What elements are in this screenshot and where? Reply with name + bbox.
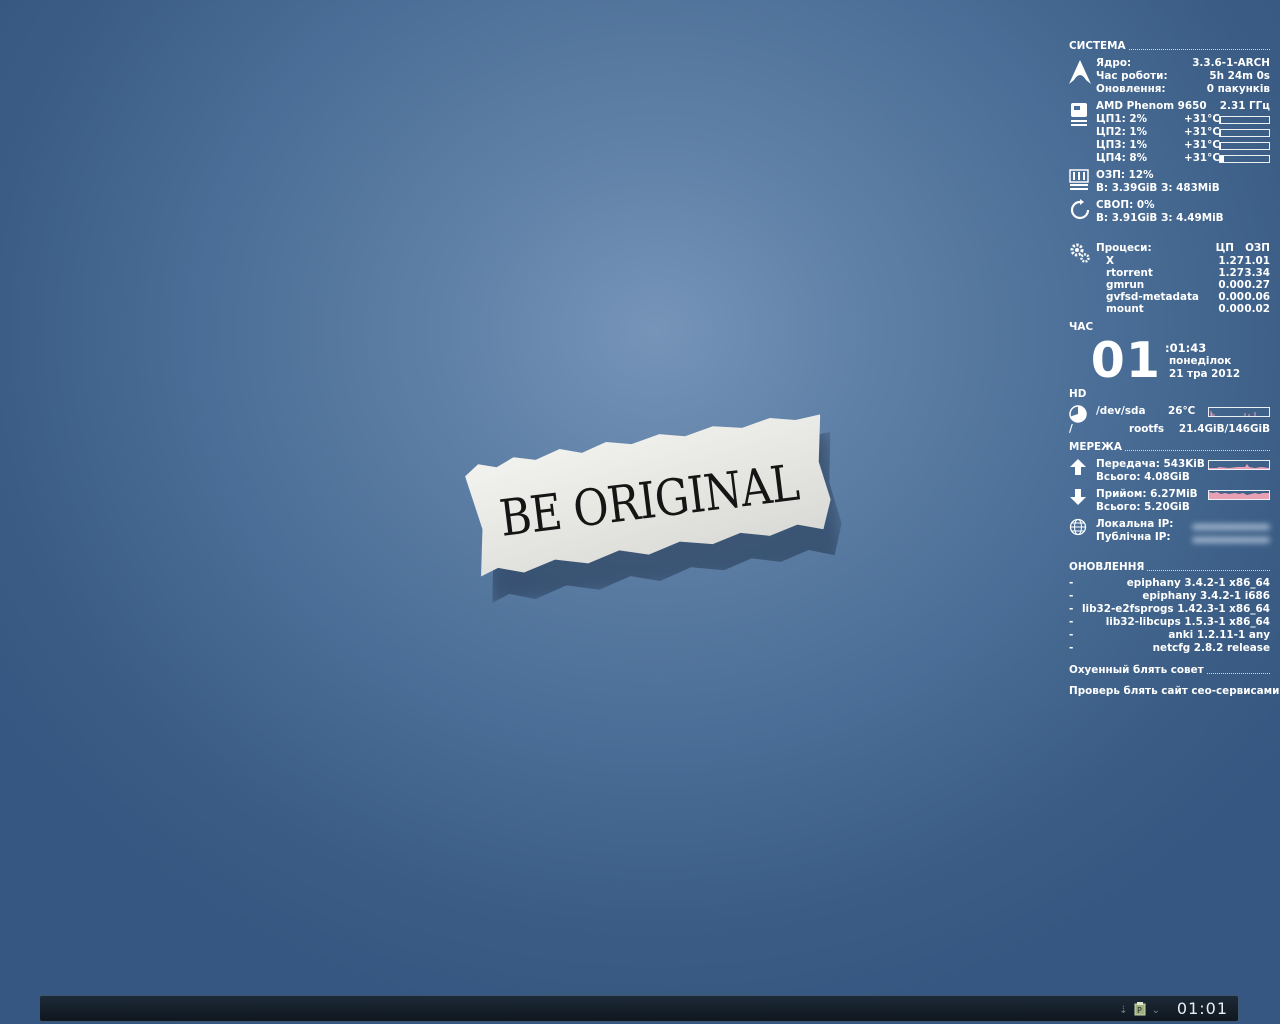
updates-count-row: Оновлення: 0 пакунків [1096, 83, 1270, 95]
local-ip-row: Локальна IP: [1096, 518, 1270, 531]
cpu1-bar [1219, 115, 1270, 124]
processes-block: Процеси: ЦП ОЗП X 1.27 1.01 rtorrent 1.27 3.… [1069, 242, 1270, 315]
gears-icon [1070, 243, 1090, 263]
ip-block: Локальна IP: Публічна IP: [1069, 518, 1270, 544]
cpu3-bar [1219, 141, 1270, 150]
ram-block: ОЗП: 12% В: 3.39GiB З: 483MiB [1069, 169, 1270, 195]
update-item: - epiphany 3.4.2-1 i686 [1069, 590, 1270, 602]
updates-header: ОНОВЛЕННЯ [1069, 561, 1270, 574]
download-graph [1208, 489, 1270, 500]
cpu4-bar [1219, 154, 1270, 163]
panel-clock[interactable]: 01:01 [1177, 999, 1228, 1018]
upload-total: Всього: 4.08GiB [1096, 471, 1190, 483]
cpu2-bar [1219, 128, 1270, 137]
upload-graph [1208, 459, 1270, 470]
clock-hour: 01 [1090, 332, 1161, 389]
process-row: gmrun 0.00 0.27 [1106, 279, 1270, 291]
hd-header: HD [1069, 388, 1087, 400]
arch-logo-icon [1069, 60, 1091, 84]
update-item: - netcfg 2.8.2 release [1069, 642, 1270, 654]
cpu-name-row: AMD Phenom 9650 2.31 ГГц [1096, 100, 1270, 112]
cpu-core-row: ЦП3: 1% +31°C [1096, 139, 1270, 152]
hd-device-row: /dev/sda 26°C [1096, 405, 1270, 418]
processes-header-row: Процеси: ЦП ОЗП [1096, 242, 1270, 254]
wallpaper-text: BE ORIGINAL [496, 453, 803, 548]
download-row: Прийом: 6.27MiB [1096, 488, 1270, 501]
uptime-row: Час роботи: 5h 24m 0s [1096, 70, 1270, 82]
hd-block: /dev/sda 26°C [1069, 405, 1270, 423]
kernel-block: Ядро: 3.3.6-1-ARCH Час роботи: 5h 24m 0s О… [1069, 57, 1270, 96]
upload-block: Передача: 543KiB Всього: 4.08GiB [1069, 458, 1270, 484]
process-row: gvfsd-metadata 0.00 0.06 [1106, 291, 1270, 303]
ram-usage: ОЗП: 12% [1096, 169, 1154, 181]
update-item: - lib32-libcups 1.5.3-1 x86_64 [1069, 616, 1270, 628]
local-ip-redacted [1192, 523, 1270, 530]
process-row: mount 0.00 0.02 [1106, 303, 1270, 315]
clock-block: 01 :01:43 понеділок 21 тра 2012 [1069, 336, 1270, 386]
update-item: - lib32-e2fsprogs 1.42.3-1 x86_64 [1069, 603, 1270, 615]
kernel-row: Ядро: 3.3.6-1-ARCH [1096, 57, 1270, 69]
wallpaper-paper: BE ORIGINAL [462, 408, 848, 602]
tray-chevron-icon[interactable]: ⌄ [1152, 1005, 1160, 1016]
conky-monitor: СИСТЕМА Ядро: 3.3.6-1-ARCH Час роботи: 5h … [1069, 40, 1280, 698]
swap-refresh-icon [1070, 199, 1090, 220]
globe-icon [1069, 518, 1087, 536]
hd-activity-graph [1208, 406, 1270, 417]
update-item: - anki 1.2.11-1 any [1069, 629, 1270, 641]
cpu-icon [1071, 103, 1087, 126]
cpu-core-row: ЦП2: 1% +31°C [1096, 126, 1270, 139]
arrow-down-icon [1070, 489, 1086, 505]
cpu-core-row: ЦП4: 8% +31°C [1096, 152, 1270, 165]
clock-weekday: понеділок [1169, 355, 1232, 367]
bottom-panel: ⇣ P ⌄ 01:01 [39, 995, 1239, 1022]
ram-detail: В: 3.39GiB З: 483MiB [1096, 182, 1220, 194]
svg-text:P: P [1137, 1006, 1142, 1015]
advice-text: Проверь блять сайт сео-сервисами! [1069, 685, 1280, 697]
upload-row: Передача: 543KiB [1096, 458, 1270, 471]
public-ip-redacted [1192, 536, 1270, 543]
clock-date: 21 тра 2012 [1169, 368, 1241, 380]
ram-icon [1069, 169, 1089, 190]
download-block: Прийом: 6.27MiB Всього: 5.20GiB [1069, 488, 1270, 514]
process-row: rtorrent 1.27 3.34 [1106, 267, 1270, 279]
system-tray: ⇣ P ⌄ [1119, 1002, 1160, 1019]
disk-pie-icon [1069, 405, 1087, 423]
cpu-core-row: ЦП1: 2% +31°C [1096, 113, 1270, 126]
process-row: X 1.27 1.01 [1106, 255, 1270, 267]
hd-mount-row: / rootfs 21.4GiB/146GiB [1069, 423, 1270, 435]
system-header: СИСТЕМА [1069, 40, 1270, 53]
download-total: Всього: 5.20GiB [1096, 501, 1190, 513]
tray-arrows-icon[interactable]: ⇣ [1119, 1005, 1127, 1016]
update-item: - epiphany 3.4.2-1 x86_64 [1069, 577, 1270, 589]
clock-minsec: :01:43 [1165, 341, 1207, 355]
swap-detail: В: 3.91GiB З: 4.49MiB [1096, 212, 1224, 224]
updates-list: - epiphany 3.4.2-1 x86_64 - epiphany 3.4.2… [1069, 577, 1270, 655]
tray-clipboard-icon[interactable]: P [1134, 1002, 1146, 1019]
swap-usage: СВОП: 0% [1096, 199, 1155, 211]
public-ip-row: Публічна IP: [1096, 531, 1270, 544]
arrow-up-icon [1070, 459, 1086, 475]
network-header: МЕРЕЖА [1069, 441, 1270, 454]
cpu-block: AMD Phenom 9650 2.31 ГГц ЦП1: 2% +31°C ЦП2… [1069, 100, 1270, 165]
swap-block: СВОП: 0% В: 3.91GiB З: 4.49MiB [1069, 199, 1270, 225]
advice-header: Охуенный блять совет [1069, 664, 1270, 677]
